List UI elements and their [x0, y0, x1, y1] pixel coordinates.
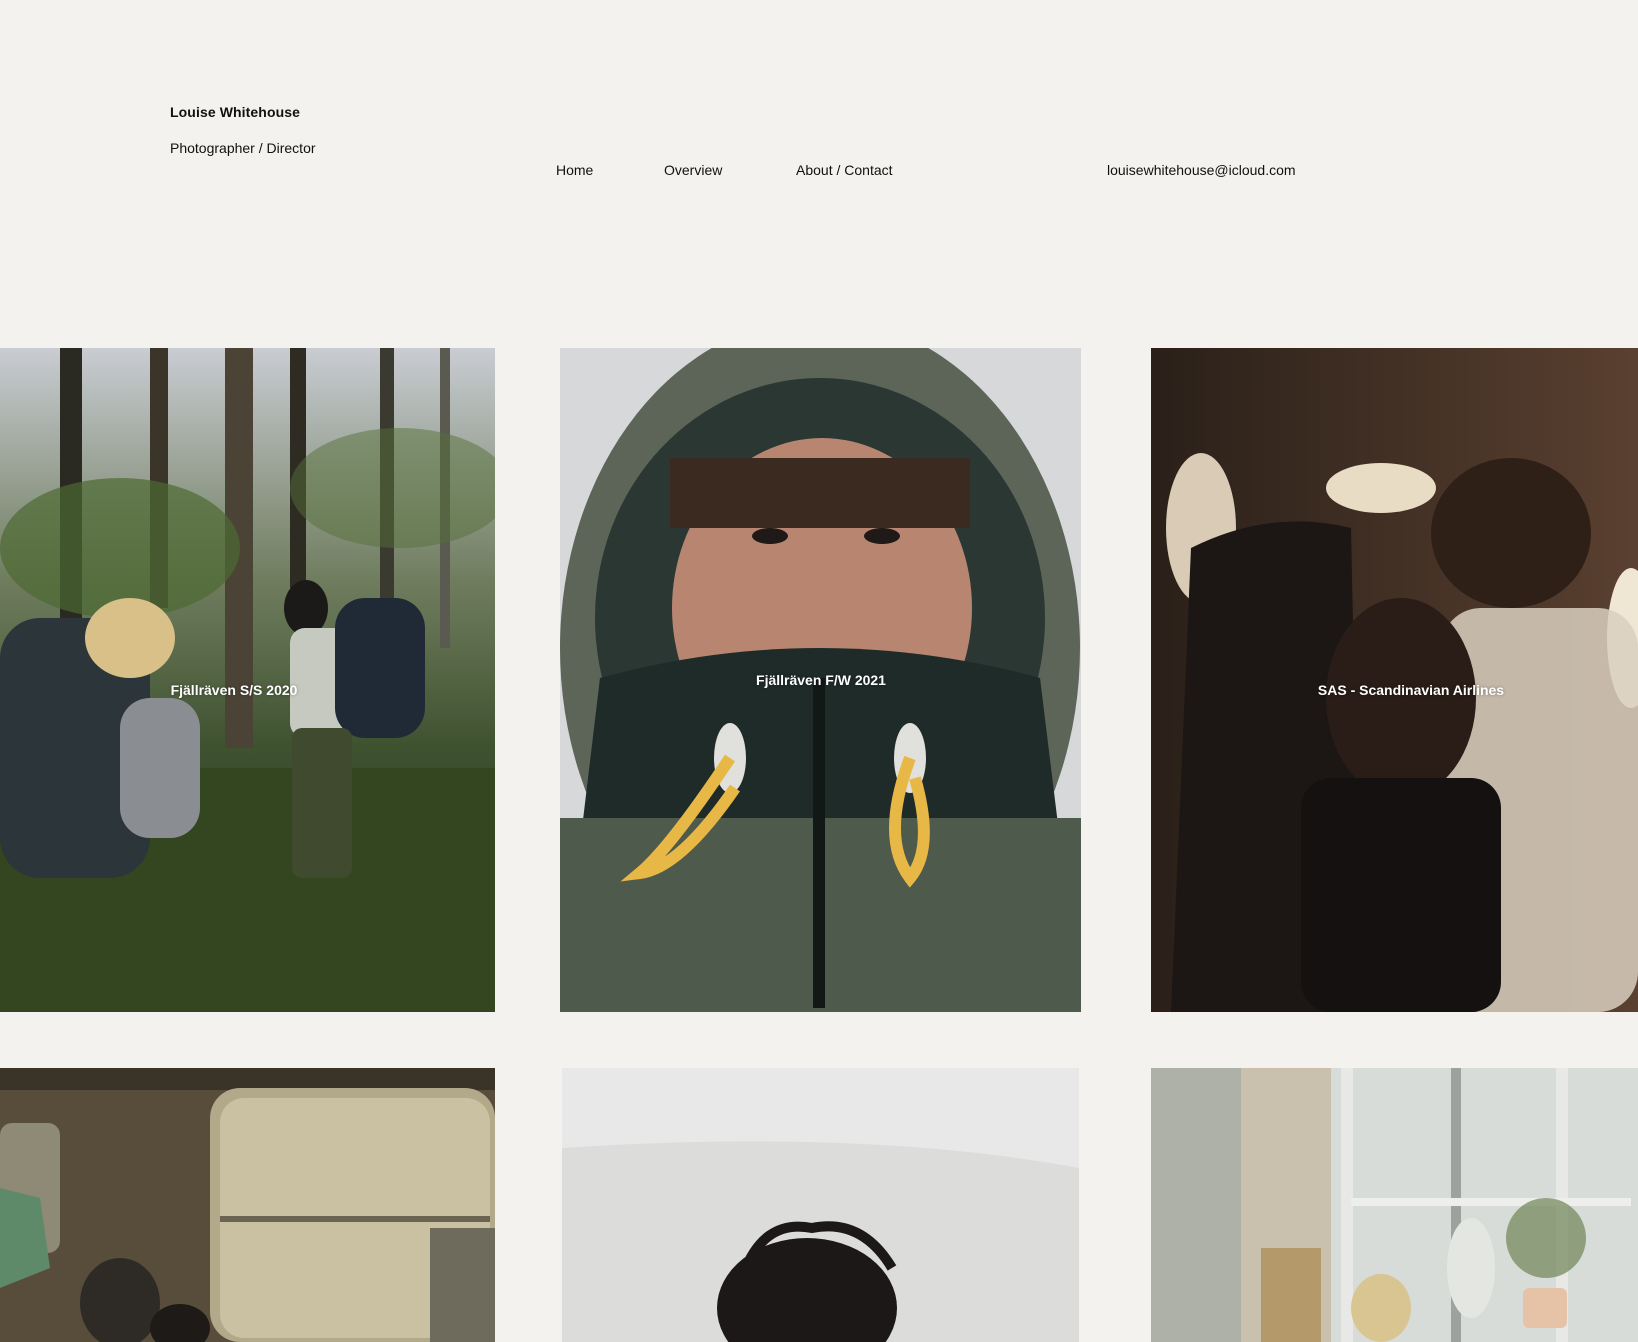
project-tile-fjallraven-ss-2020[interactable]: Fjällräven S/S 2020 — [0, 348, 495, 1012]
forest-hikers-photo — [0, 348, 495, 1012]
project-title: SAS - Scandinavian Airlines — [1317, 682, 1505, 698]
portfolio-page: Louise Whitehouse Photographer / Directo… — [0, 0, 1638, 1342]
email-link[interactable]: louisewhitehouse@icloud.com — [1107, 162, 1296, 178]
project-title: Fjällräven S/S 2020 — [170, 682, 298, 698]
nav-about-contact-link[interactable]: About / Contact — [796, 162, 893, 178]
airplane-passengers-photo — [1151, 348, 1638, 1012]
project-title: Fjällräven F/W 2021 — [756, 672, 886, 688]
project-tile-sas[interactable]: SAS - Scandinavian Airlines — [1151, 348, 1638, 1012]
site-subtitle: Photographer / Director — [170, 140, 316, 156]
studio-room-photo — [1151, 1068, 1638, 1342]
snow-portrait-photo — [562, 1068, 1079, 1342]
project-tile-5[interactable] — [562, 1068, 1079, 1342]
project-tile-6[interactable] — [1151, 1068, 1638, 1342]
site-title[interactable]: Louise Whitehouse — [170, 104, 300, 120]
project-tile-fjallraven-fw-2021[interactable]: Fjällräven F/W 2021 — [560, 348, 1081, 1012]
train-interior-photo — [0, 1068, 495, 1342]
nav-home-link[interactable]: Home — [556, 162, 593, 178]
nav-overview-link[interactable]: Overview — [664, 162, 722, 178]
project-tile-4[interactable] — [0, 1068, 495, 1342]
